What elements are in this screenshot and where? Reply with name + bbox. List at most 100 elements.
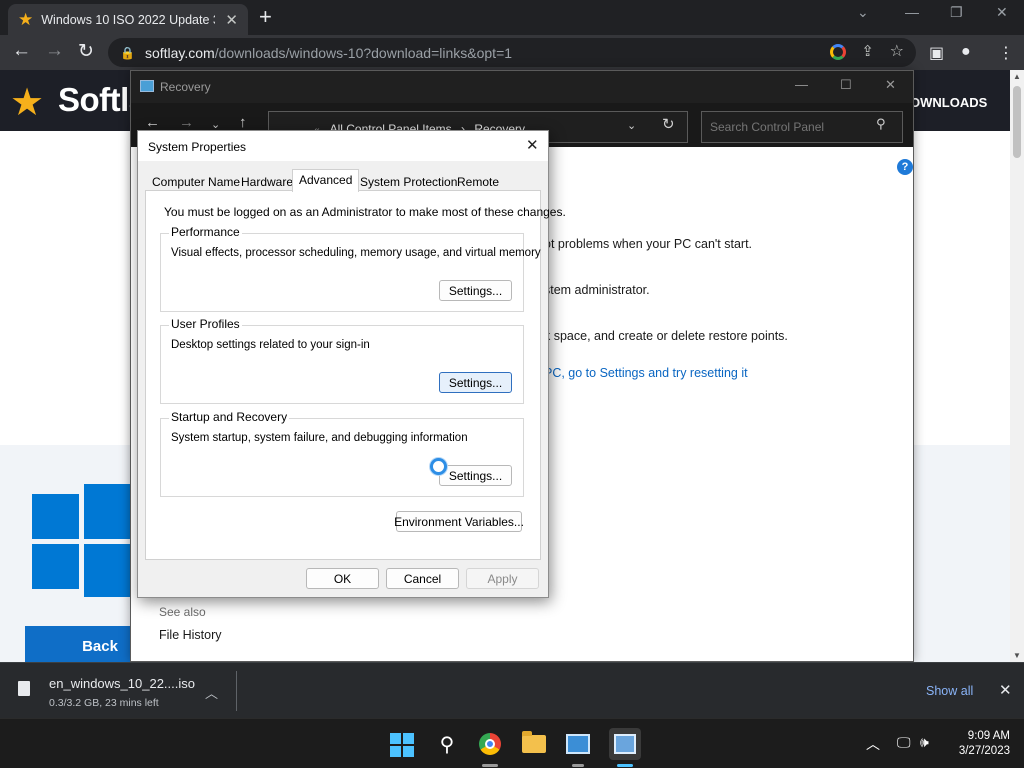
site-logo-star-icon[interactable]: ★: [10, 80, 44, 125]
scroll-down-icon[interactable]: ▼: [1013, 651, 1021, 660]
recovery-option-line-1[interactable]: ot problems when your PC can't start.: [544, 237, 752, 251]
tab-advanced[interactable]: Advanced: [292, 169, 360, 192]
tab-hardware[interactable]: Hardware: [235, 173, 299, 191]
close-window-icon[interactable]: ✕: [996, 4, 1008, 21]
lock-icon: 🔒: [120, 45, 135, 60]
tab-remote[interactable]: Remote: [451, 173, 505, 191]
apply-button[interactable]: Apply: [466, 568, 539, 589]
browser-toolbar: ← → ↻ 🔒 softlay.com/downloads/windows-10…: [0, 35, 1024, 70]
up-arrow-icon[interactable]: ↑: [239, 114, 247, 131]
startup-recovery-group: Startup and Recovery System startup, sys…: [160, 410, 524, 497]
google-lens-icon[interactable]: [830, 44, 846, 60]
ok-button[interactable]: OK: [306, 568, 379, 589]
recovery-option-line-2[interactable]: stem administrator.: [544, 283, 650, 297]
back-arrow-icon[interactable]: ←: [145, 114, 160, 131]
reload-icon[interactable]: ↻: [78, 40, 94, 63]
star-favicon-icon: ★: [18, 10, 34, 29]
show-all-button[interactable]: Show all: [926, 684, 973, 698]
file-icon: [18, 681, 30, 696]
restore-icon[interactable]: ❐: [950, 4, 963, 21]
tab-close-icon[interactable]: ✕: [225, 11, 238, 29]
share-icon[interactable]: ⇪: [861, 42, 874, 60]
search-icon[interactable]: ⚲: [434, 731, 460, 757]
minimize-icon[interactable]: —: [795, 77, 808, 92]
control-panel-icon[interactable]: [565, 731, 591, 757]
download-bar: en_windows_10_22....iso 0.3/3.2 GB, 23 m…: [0, 662, 1024, 718]
environment-variables-button[interactable]: Environment Variables...: [394, 511, 524, 532]
dialog-title-bar[interactable]: System Properties ✕: [138, 131, 548, 161]
browser-tab[interactable]: ★ Windows 10 ISO 2022 Update 32 ✕: [8, 4, 248, 35]
chrome-running-indicator: [482, 764, 498, 767]
maximize-icon[interactable]: ☐: [840, 77, 852, 93]
forward-arrow-icon[interactable]: →: [179, 114, 194, 131]
user-profiles-description: Desktop settings related to your sign-in: [171, 339, 370, 351]
file-explorer-icon[interactable]: [521, 731, 547, 757]
tab-search-chevron-icon[interactable]: ⌄: [857, 4, 869, 21]
site-nav-downloads[interactable]: OWNLOADS: [910, 95, 987, 110]
user-profiles-settings-button[interactable]: Settings...: [439, 372, 512, 393]
minimize-icon[interactable]: —: [905, 4, 919, 20]
system-properties-dialog: System Properties ✕ Computer Name Hardwa…: [137, 130, 566, 598]
close-icon[interactable]: ✕: [885, 77, 896, 93]
recovery-title: Recovery: [160, 80, 211, 94]
windows-start-icon[interactable]: [390, 733, 414, 757]
close-icon[interactable]: ✕: [999, 681, 1012, 699]
clock-date: 3/27/2023: [958, 745, 1010, 757]
performance-title: Performance: [169, 225, 242, 239]
browser-tab-strip: ★ Windows 10 ISO 2022 Update 32 ✕ + ⌄ — …: [0, 0, 1024, 35]
recovery-title-bar[interactable]: Recovery — ☐ ✕: [131, 71, 913, 103]
clock-time: 9:09 AM: [967, 730, 1010, 742]
startup-recovery-title: Startup and Recovery: [169, 410, 290, 424]
admin-message: You must be logged on as an Administrato…: [164, 205, 566, 219]
startup-recovery-description: System startup, system failure, and debu…: [171, 432, 468, 444]
side-panel-icon[interactable]: ▣: [929, 43, 944, 63]
address-dropdown-icon[interactable]: ⌄: [627, 119, 636, 132]
taskbar: ⚲ ︿ 🖵 🕪 9:09 AM 3/27/2023: [0, 718, 1024, 768]
control-panel-running-indicator: [572, 764, 584, 767]
divider: [236, 671, 237, 711]
system-clock[interactable]: 9:09 AM 3/27/2023: [950, 729, 1010, 759]
download-status: 0.3/3.2 GB, 23 mins left: [49, 697, 159, 709]
refresh-icon[interactable]: ↻: [662, 115, 675, 133]
close-icon[interactable]: ✕: [526, 136, 539, 154]
back-arrow-icon[interactable]: ←: [12, 40, 31, 62]
tab-title: Windows 10 ISO 2022 Update 32: [41, 12, 216, 27]
download-filename[interactable]: en_windows_10_22....iso: [49, 676, 195, 691]
profile-icon[interactable]: ●: [961, 43, 971, 61]
user-profiles-title: User Profiles: [169, 317, 242, 331]
performance-settings-button[interactable]: Settings...: [439, 280, 512, 301]
chrome-icon[interactable]: [477, 731, 503, 757]
performance-description: Visual effects, processor scheduling, me…: [171, 247, 541, 259]
scrollbar-thumb[interactable]: [1013, 86, 1021, 158]
control-panel-icon: [140, 80, 154, 92]
new-tab-icon[interactable]: +: [259, 4, 272, 30]
bookmark-star-icon[interactable]: ☆: [890, 41, 904, 61]
page-scrollbar[interactable]: ▲ ▼: [1010, 70, 1024, 662]
menu-kebab-icon[interactable]: ⋮: [998, 43, 1014, 63]
tab-system-protection[interactable]: System Protection: [354, 173, 463, 191]
network-icon[interactable]: 🖵: [897, 734, 911, 751]
system-properties-icon[interactable]: [609, 728, 641, 760]
chevron-up-icon[interactable]: ︿: [205, 683, 218, 702]
show-hidden-icons-chevron-icon[interactable]: ︿: [866, 734, 880, 754]
reset-pc-link[interactable]: PC, go to Settings and try resetting it: [544, 366, 748, 380]
recovery-option-line-3[interactable]: k space, and create or delete restore po…: [544, 329, 788, 343]
volume-icon[interactable]: 🕪: [920, 734, 929, 751]
scroll-up-icon[interactable]: ▲: [1013, 72, 1021, 81]
search-icon[interactable]: ⚲: [876, 116, 886, 132]
dialog-title: System Properties: [148, 140, 247, 154]
tab-computer-name[interactable]: Computer Name: [146, 173, 246, 191]
address-bar[interactable]: 🔒 softlay.com/downloads/windows-10?downl…: [108, 38, 916, 67]
system-properties-active-indicator: [617, 764, 633, 767]
url-path: /downloads/windows-10?download=links&opt…: [214, 44, 513, 61]
performance-group: Performance Visual effects, processor sc…: [160, 225, 541, 312]
help-icon[interactable]: ?: [897, 159, 913, 175]
url-host: softlay.com: [144, 44, 215, 61]
search-control-panel-input[interactable]: [701, 111, 903, 143]
forward-arrow-icon[interactable]: →: [45, 40, 64, 62]
startup-recovery-settings-button[interactable]: Settings...: [439, 465, 512, 486]
see-also-heading: See also: [159, 605, 206, 619]
file-history-link[interactable]: File History: [159, 628, 222, 642]
cancel-button[interactable]: Cancel: [386, 568, 459, 589]
pointer-cursor-icon: [430, 458, 447, 475]
